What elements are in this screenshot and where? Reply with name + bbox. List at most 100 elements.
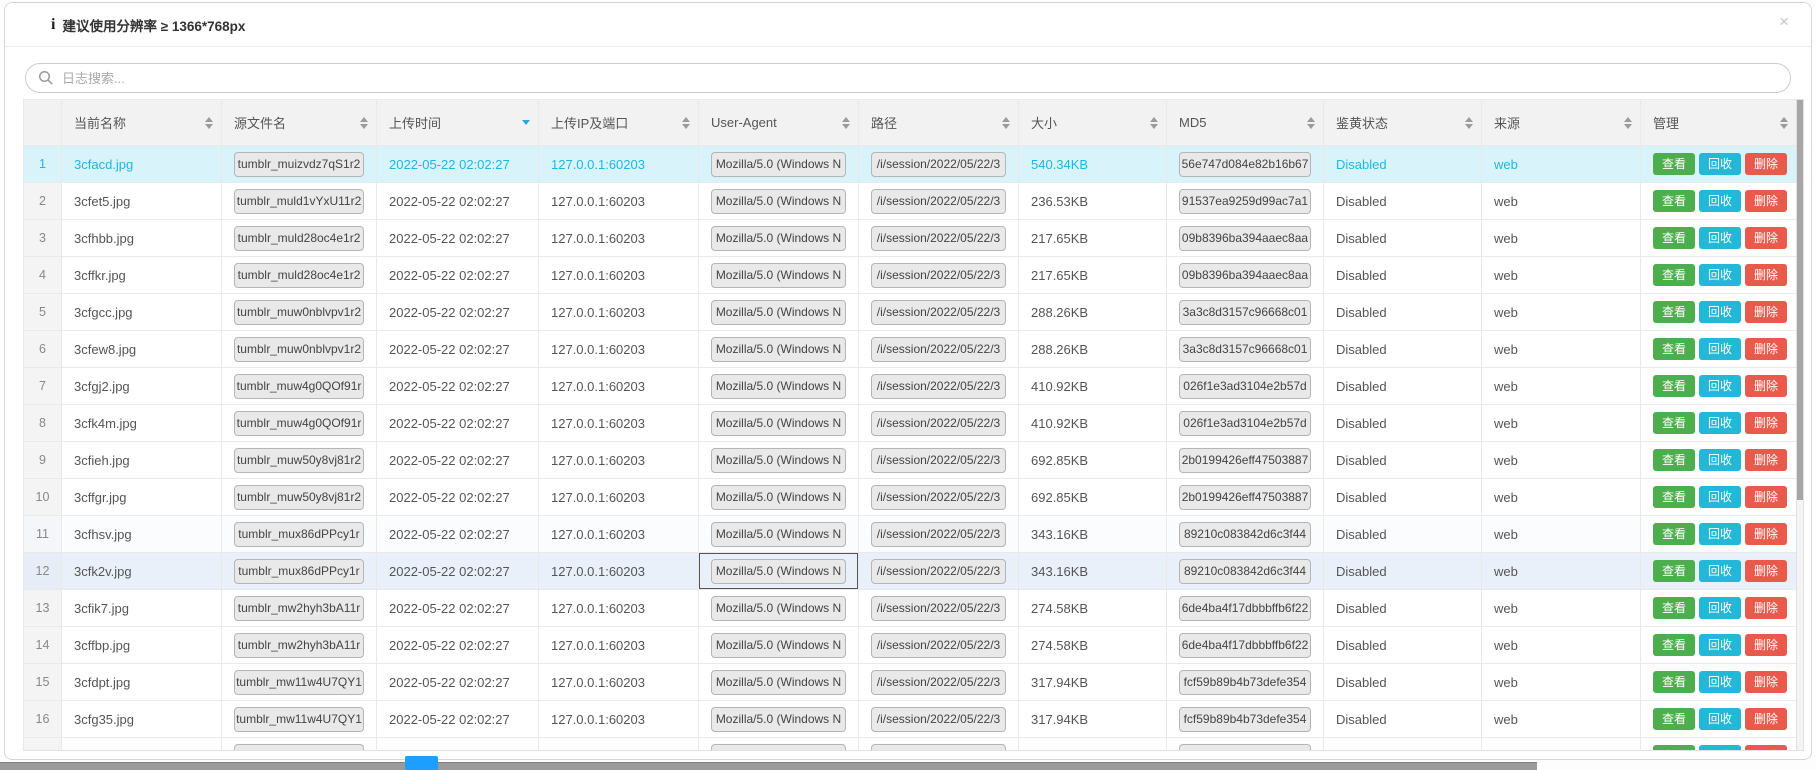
recycle-button[interactable]: 回收	[1699, 301, 1741, 323]
source-file-button[interactable]: tumblr_muizvdz7qS1r2	[234, 152, 364, 177]
source-file-button[interactable]: tumblr_mux86dPPcy1r	[234, 522, 364, 547]
recycle-button[interactable]: 回收	[1699, 449, 1741, 471]
source-file-button[interactable]: tumblr_muld28oc4e1r2	[234, 226, 364, 251]
delete-button[interactable]: 删除	[1745, 375, 1787, 397]
source-file-button[interactable]: tumblr_muw50y8vj81r2	[234, 485, 364, 510]
source-file-button[interactable]	[234, 744, 364, 752]
delete-button[interactable]: 删除	[1745, 745, 1787, 751]
path-button[interactable]: /i/session/2022/05/22/3	[871, 485, 1006, 510]
user-agent-button[interactable]	[711, 744, 846, 752]
path-button[interactable]: /i/session/2022/05/22/3	[871, 522, 1006, 547]
view-button[interactable]: 查看	[1653, 597, 1695, 619]
view-button[interactable]: 查看	[1653, 671, 1695, 693]
md5-button[interactable]: fcf59b89b4b73defe354	[1179, 670, 1311, 695]
column-header-source[interactable]: 来源	[1482, 100, 1641, 146]
user-agent-button[interactable]: Mozilla/5.0 (Windows N	[711, 189, 846, 214]
view-button[interactable]: 查看	[1653, 227, 1695, 249]
path-button[interactable]: /i/session/2022/05/22/3	[871, 707, 1006, 732]
user-agent-button[interactable]: Mozilla/5.0 (Windows N	[711, 152, 846, 177]
source-file-button[interactable]: tumblr_mw11w4U7QY1	[234, 707, 364, 732]
md5-button[interactable]	[1179, 744, 1311, 752]
delete-button[interactable]: 删除	[1745, 264, 1787, 286]
sort-icon[interactable]	[360, 117, 368, 129]
recycle-button[interactable]: 回收	[1699, 486, 1741, 508]
column-header-name[interactable]: 当前名称	[62, 100, 222, 146]
view-button[interactable]: 查看	[1653, 449, 1695, 471]
column-header-ua[interactable]: User-Agent	[699, 100, 859, 146]
path-button[interactable]: /i/session/2022/05/22/3	[871, 633, 1006, 658]
view-button[interactable]: 查看	[1653, 264, 1695, 286]
sort-icon[interactable]	[842, 117, 850, 129]
sort-icon[interactable]	[1150, 117, 1158, 129]
view-button[interactable]: 查看	[1653, 523, 1695, 545]
delete-button[interactable]: 删除	[1745, 412, 1787, 434]
close-icon[interactable]: ×	[1779, 13, 1789, 30]
md5-button[interactable]: 89210c083842d6c3f44	[1179, 522, 1311, 547]
table-scrollbar[interactable]	[1796, 99, 1804, 751]
recycle-button[interactable]: 回收	[1699, 338, 1741, 360]
column-header-status[interactable]: 鉴黄状态	[1324, 100, 1482, 146]
view-button[interactable]: 查看	[1653, 708, 1695, 730]
column-header-md5[interactable]: MD5	[1167, 100, 1324, 146]
delete-button[interactable]: 删除	[1745, 523, 1787, 545]
path-button[interactable]: /i/session/2022/05/22/3	[871, 300, 1006, 325]
view-button[interactable]: 查看	[1653, 190, 1695, 212]
md5-button[interactable]: 09b8396ba394aaec8aa	[1179, 226, 1311, 251]
sort-icon-desc-active[interactable]	[522, 120, 530, 125]
user-agent-button[interactable]: Mozilla/5.0 (Windows N	[711, 226, 846, 251]
view-button[interactable]: 查看	[1653, 560, 1695, 582]
path-button[interactable]: /i/session/2022/05/22/3	[871, 448, 1006, 473]
user-agent-button[interactable]: Mozilla/5.0 (Windows N	[711, 559, 846, 584]
recycle-button[interactable]: 回收	[1699, 412, 1741, 434]
column-header-time[interactable]: 上传时间	[377, 100, 539, 146]
sort-icon[interactable]	[1307, 117, 1315, 129]
source-file-button[interactable]: tumblr_muw4g0QOf91r	[234, 411, 364, 436]
recycle-button[interactable]: 回收	[1699, 745, 1741, 751]
sort-icon[interactable]	[205, 117, 213, 129]
recycle-button[interactable]: 回收	[1699, 190, 1741, 212]
view-button[interactable]: 查看	[1653, 338, 1695, 360]
path-button[interactable]: /i/session/2022/05/22/3	[871, 670, 1006, 695]
user-agent-button[interactable]: Mozilla/5.0 (Windows N	[711, 633, 846, 658]
path-button[interactable]: /i/session/2022/05/22/3	[871, 337, 1006, 362]
view-button[interactable]: 查看	[1653, 634, 1695, 656]
user-agent-button[interactable]: Mozilla/5.0 (Windows N	[711, 374, 846, 399]
delete-button[interactable]: 删除	[1745, 227, 1787, 249]
delete-button[interactable]: 删除	[1745, 560, 1787, 582]
view-button[interactable]: 查看	[1653, 153, 1695, 175]
path-button[interactable]: /i/session/2022/05/22/3	[871, 189, 1006, 214]
search-input[interactable]	[62, 71, 1778, 86]
recycle-button[interactable]: 回收	[1699, 523, 1741, 545]
user-agent-button[interactable]: Mozilla/5.0 (Windows N	[711, 448, 846, 473]
source-file-button[interactable]: tumblr_mux86dPPcy1r	[234, 559, 364, 584]
delete-button[interactable]: 删除	[1745, 338, 1787, 360]
md5-button[interactable]: 6de4ba4f17dbbbffb6f22	[1179, 596, 1311, 621]
recycle-button[interactable]: 回收	[1699, 264, 1741, 286]
delete-button[interactable]: 删除	[1745, 671, 1787, 693]
view-button[interactable]: 查看	[1653, 301, 1695, 323]
path-button[interactable]: /i/session/2022/05/22/3	[871, 226, 1006, 251]
pagination-active-chip[interactable]	[405, 756, 438, 770]
source-file-button[interactable]: tumblr_mw2hyh3bA11r	[234, 633, 364, 658]
column-header-manage[interactable]: 管理	[1641, 100, 1797, 146]
path-button[interactable]: /i/session/2022/05/22/3	[871, 152, 1006, 177]
md5-button[interactable]: 3a3c8d3157c96668c01	[1179, 337, 1311, 362]
source-file-button[interactable]: tumblr_muld1vYxU11r2	[234, 189, 364, 214]
view-button[interactable]: 查看	[1653, 745, 1695, 751]
column-header-path[interactable]: 路径	[859, 100, 1019, 146]
delete-button[interactable]: 删除	[1745, 449, 1787, 471]
path-button[interactable]: /i/session/2022/05/22/3	[871, 559, 1006, 584]
md5-button[interactable]: 3a3c8d3157c96668c01	[1179, 300, 1311, 325]
recycle-button[interactable]: 回收	[1699, 560, 1741, 582]
delete-button[interactable]: 删除	[1745, 153, 1787, 175]
user-agent-button[interactable]: Mozilla/5.0 (Windows N	[711, 300, 846, 325]
recycle-button[interactable]: 回收	[1699, 153, 1741, 175]
user-agent-button[interactable]: Mozilla/5.0 (Windows N	[711, 707, 846, 732]
user-agent-button[interactable]: Mozilla/5.0 (Windows N	[711, 485, 846, 510]
path-button[interactable]: /i/session/2022/05/22/3	[871, 596, 1006, 621]
user-agent-button[interactable]: Mozilla/5.0 (Windows N	[711, 411, 846, 436]
source-file-button[interactable]: tumblr_muld28oc4e1r2	[234, 263, 364, 288]
delete-button[interactable]: 删除	[1745, 301, 1787, 323]
recycle-button[interactable]: 回收	[1699, 375, 1741, 397]
column-header-ip[interactable]: 上传IP及端口	[539, 100, 699, 146]
